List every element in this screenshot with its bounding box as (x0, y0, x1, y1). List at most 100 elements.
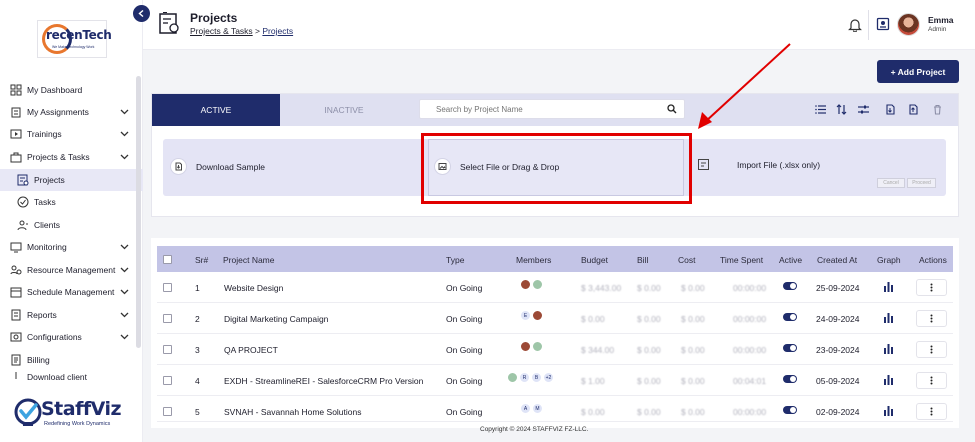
import-file-icon[interactable] (885, 104, 896, 115)
users-icon (17, 220, 28, 231)
sidebar-item-label: My Assignments (27, 107, 89, 117)
tab-active[interactable]: ACTIVE (152, 94, 280, 126)
proceed-import-button[interactable]: Proceed (907, 178, 936, 188)
cell-project-name[interactable]: SVNAH - Savannah Home Solutions (224, 407, 362, 417)
active-toggle[interactable] (783, 375, 797, 383)
table-row[interactable]: 1 Website Design On Going $ 3,443.00 $ 0… (157, 272, 953, 303)
cell-members[interactable]: R B +2 (507, 372, 555, 383)
report-icon (11, 309, 21, 321)
sort-icon[interactable] (836, 104, 847, 115)
breadcrumb-current[interactable]: Projects (262, 26, 293, 36)
row-checkbox[interactable] (163, 376, 172, 385)
bar-graph-icon[interactable] (884, 344, 893, 354)
sidebar-item-clients[interactable]: Clients (0, 214, 143, 236)
cell-project-name[interactable]: Digital Marketing Campaign (224, 314, 328, 324)
active-toggle[interactable] (783, 313, 797, 321)
cell-project-name[interactable]: QA PROJECT (224, 345, 278, 355)
sidebar-item-schedule-management[interactable]: Schedule Management (0, 281, 143, 303)
cell-bill: $ 0.00 (637, 376, 661, 386)
member-avatar (520, 341, 531, 352)
user-avatar[interactable] (897, 13, 920, 36)
row-actions-menu-button[interactable] (916, 279, 947, 296)
col-budget: Budget (581, 255, 608, 265)
col-project-name: Project Name (223, 255, 275, 265)
row-actions-menu-button[interactable] (916, 341, 947, 358)
member-avatar (520, 279, 531, 290)
logo-word: recenTech (46, 28, 112, 42)
cell-project-name[interactable]: Website Design (224, 283, 283, 293)
company-logo[interactable]: recenTech We Make Technology Work (37, 20, 112, 58)
sidebar-scrollbar[interactable] (136, 76, 141, 348)
more-vertical-icon (930, 407, 933, 416)
bar-graph-icon[interactable] (884, 375, 893, 385)
cancel-import-button[interactable]: Cancel (877, 178, 905, 188)
active-toggle[interactable] (783, 344, 797, 352)
cell-members[interactable]: A M (520, 403, 544, 414)
sidebar-collapse-button[interactable] (133, 5, 150, 22)
tab-inactive[interactable]: INACTIVE (280, 94, 408, 126)
bar-graph-icon[interactable] (884, 313, 893, 323)
table-row[interactable]: 3 QA PROJECT On Going $ 344.00 $ 0.00 $ … (157, 334, 953, 365)
col-actions: Actions (919, 255, 947, 265)
cell-bill: $ 0.00 (637, 345, 661, 355)
cell-created-at: 02-09-2024 (816, 407, 860, 417)
export-file-icon[interactable] (908, 104, 919, 115)
trash-icon[interactable] (932, 104, 943, 115)
col-sr: Sr# (195, 255, 209, 265)
filter-sliders-icon[interactable] (858, 104, 869, 115)
cell-members[interactable]: E (520, 310, 544, 321)
sidebar-item-label: Reports (27, 310, 57, 320)
list-view-icon[interactable] (815, 104, 826, 115)
sidebar-item-my-dashboard[interactable]: My Dashboard (0, 79, 143, 101)
col-active: Active (779, 255, 803, 265)
more-vertical-icon (930, 345, 933, 354)
search-icon[interactable] (667, 104, 677, 114)
table-row[interactable]: 2 Digital Marketing Campaign On Going E … (157, 303, 953, 334)
sidebar-item-monitoring[interactable]: Monitoring (0, 236, 143, 258)
id-card-icon[interactable] (876, 17, 890, 31)
notification-bell-icon[interactable] (848, 17, 862, 32)
download-sample-button[interactable]: Download Sample (170, 158, 265, 175)
cell-members[interactable] (520, 279, 544, 290)
add-project-button[interactable]: + Add Project (877, 60, 959, 83)
row-checkbox[interactable] (163, 407, 172, 416)
table-row[interactable]: 5 SVNAH - Savannah Home Solutions On Goi… (157, 396, 953, 422)
cell-cost: $ 0.00 (681, 376, 705, 386)
active-toggle[interactable] (783, 406, 797, 414)
bar-graph-icon[interactable] (884, 406, 893, 416)
row-checkbox[interactable] (163, 314, 172, 323)
sidebar-item-my-assignments[interactable]: My Assignments (0, 101, 143, 123)
sidebar-item-label: Configurations (27, 332, 82, 342)
sidebar-item-trainings[interactable]: Trainings (0, 123, 143, 145)
cell-project-name[interactable]: EXDH - StreamlineREI - SalesforceCRM Pro… (224, 376, 423, 386)
user-name[interactable]: Emma (928, 15, 954, 25)
project-search-input[interactable] (419, 99, 685, 119)
sidebar-item-download-client[interactable]: Download client (0, 371, 143, 383)
sidebar-item-tasks[interactable]: Tasks (0, 191, 143, 213)
row-actions-menu-button[interactable] (916, 310, 947, 327)
row-checkbox[interactable] (163, 283, 172, 292)
import-file-area[interactable]: Import File (.xlsx only) (697, 158, 820, 171)
row-actions-menu-button[interactable] (916, 403, 947, 420)
select-all-checkbox[interactable] (163, 255, 172, 264)
row-checkbox[interactable] (163, 345, 172, 354)
active-toggle[interactable] (783, 282, 797, 290)
sidebar-item-projects[interactable]: Projects (0, 169, 143, 191)
cell-members[interactable] (520, 341, 544, 352)
sidebar-item-billing[interactable]: Billing (0, 349, 143, 371)
bar-graph-icon[interactable] (884, 282, 893, 292)
table-row[interactable]: 4 EXDH - StreamlineREI - SalesforceCRM P… (157, 365, 953, 396)
clipboard-icon (11, 107, 21, 118)
cell-time-spent: 00:00:00 (733, 407, 767, 417)
chevron-down-icon (120, 267, 129, 273)
cell-time-spent: 00:00:00 (733, 314, 767, 324)
breadcrumb-parent-link[interactable]: Projects & Tasks (190, 26, 253, 36)
sidebar-item-reports[interactable]: Reports (0, 304, 143, 326)
row-actions-menu-button[interactable] (916, 372, 947, 389)
cell-time-spent: 00:00:00 (733, 345, 767, 355)
sidebar-item-projects-tasks[interactable]: Projects & Tasks (0, 146, 143, 168)
chevron-down-icon (120, 312, 129, 318)
sidebar-item-configurations[interactable]: Configurations (0, 326, 143, 348)
member-avatar (532, 279, 543, 290)
sidebar-item-resource-management[interactable]: Resource Management (0, 259, 143, 281)
